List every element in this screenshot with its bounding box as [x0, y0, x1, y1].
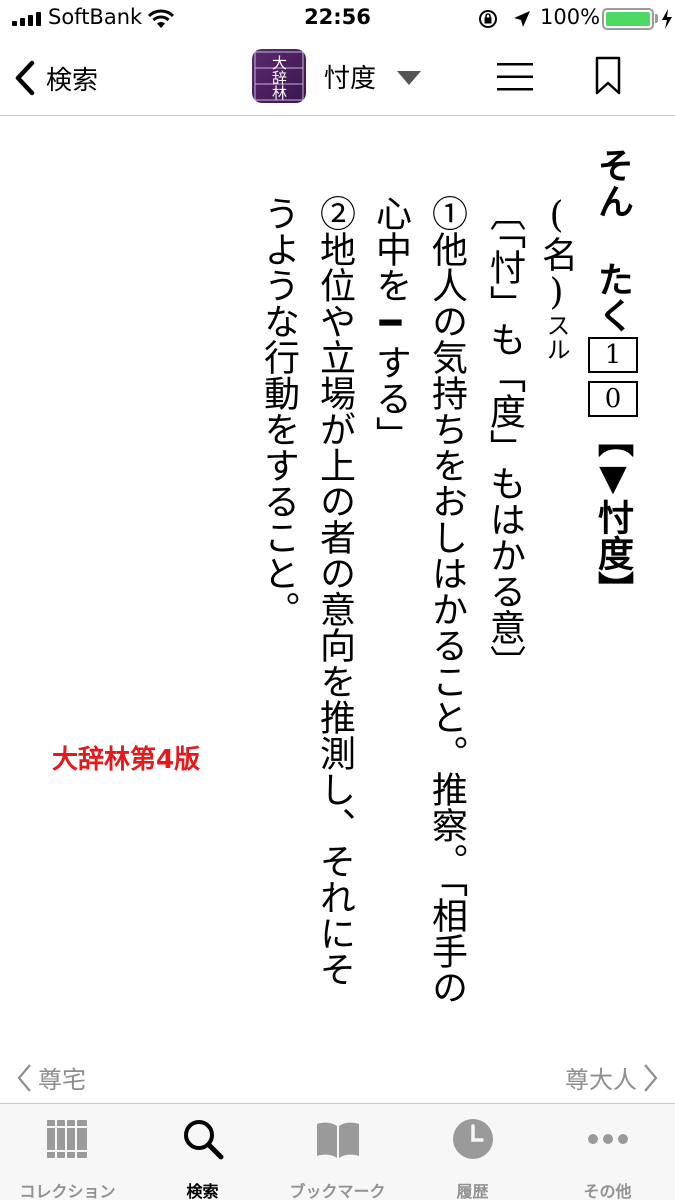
headword-reading: そん たく [592, 147, 634, 333]
headword-kanji: 【▼忖度】 [592, 421, 634, 607]
back-button[interactable]: 検索 [12, 58, 98, 98]
tab-bar: コレクション 検索 ブックマーク 履歴 その他 [0, 1103, 675, 1200]
tab-history[interactable]: 履歴 [405, 1104, 540, 1200]
back-label: 検索 [46, 65, 99, 96]
navigation-bar: 検索 大辞林 忖度 [0, 40, 675, 116]
tab-label: コレクション [19, 1182, 116, 1200]
etymology-note: 〔「忖」も「度」もはかる意〕 [484, 195, 525, 681]
accent-marker-2: 0 [588, 381, 638, 417]
next-entry-link[interactable]: 尊大人 [565, 1060, 659, 1095]
menu-icon[interactable] [497, 60, 533, 94]
sense-1-line-1: ①他人の気持ちをおしはかること。推察。「相手の [426, 195, 467, 1005]
clock-icon [453, 1119, 493, 1159]
books-icon [47, 1120, 87, 1158]
open-book-icon [317, 1122, 359, 1158]
tab-label: 検索 [186, 1182, 219, 1200]
app-icon-label: 大辞林 [270, 54, 288, 100]
chevron-left-icon [15, 60, 35, 96]
location-icon [514, 11, 530, 27]
tab-search[interactable]: 検索 [135, 1104, 270, 1200]
battery-icon [602, 8, 654, 30]
dictionary-edition-label: 大辞林第4版 [52, 745, 201, 775]
accent-marker-1: 1 [588, 337, 638, 373]
tab-bookmark[interactable]: ブックマーク [270, 1104, 405, 1200]
part-of-speech: (名) [536, 195, 577, 313]
sense-2-line-2: うような行動をすること。 [258, 195, 299, 627]
tab-label: 履歴 [456, 1182, 489, 1200]
battery-percent: 100% [540, 5, 601, 29]
sense-1-line-2: 心中を━する」 [370, 195, 411, 452]
entry-content: そん たく 1 0 【▼忖度】 (名)スル 〔「忖」も「度」もはかる意〕 ①他人の気持… [0, 117, 675, 1047]
entry-pager: 尊宅 尊大人 [0, 1050, 675, 1100]
battery-cap [655, 14, 658, 23]
tab-label: ブックマーク [289, 1182, 386, 1200]
chevron-right-icon [644, 1063, 658, 1092]
orientation-lock-icon [479, 10, 497, 28]
chevron-left-icon [17, 1063, 31, 1092]
tab-more[interactable]: その他 [540, 1104, 675, 1200]
dictionary-screen: SoftBank 22:56 100% 検索 大辞林 忖度 そん たく10【▼忖… [0, 0, 675, 1200]
tab-label: その他 [583, 1182, 632, 1200]
headword-column: そん たく 1 0 【▼忖度】 [588, 147, 638, 607]
next-entry-label: 尊大人 [565, 1066, 637, 1094]
caret-down-icon[interactable] [396, 70, 422, 86]
bookmark-icon[interactable] [594, 56, 622, 96]
entry-title-dropdown[interactable]: 忖度 [324, 58, 376, 95]
charging-icon [662, 9, 672, 29]
pos-column: (名)スル [532, 195, 580, 361]
part-of-speech-suffix: スル [542, 313, 570, 361]
previous-entry-link[interactable]: 尊宅 [16, 1060, 86, 1095]
dictionary-app-icon: 大辞林 [252, 49, 306, 103]
status-bar: SoftBank 22:56 100% [0, 0, 675, 40]
tab-collection[interactable]: コレクション [0, 1104, 135, 1200]
previous-entry-label: 尊宅 [38, 1066, 86, 1094]
more-icon [588, 1134, 628, 1144]
search-icon [184, 1120, 224, 1160]
battery-fill [606, 12, 650, 26]
sense-2-line-1: ②地位や立場が上の者の意向を推測し、それにそ [314, 195, 355, 987]
